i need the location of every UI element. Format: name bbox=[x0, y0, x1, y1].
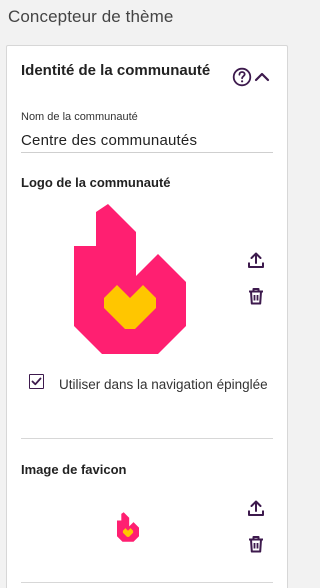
page-title: Concepteur de thème bbox=[8, 7, 174, 26]
theme-designer-page: Concepteur de thème Identité de la commu… bbox=[0, 0, 292, 588]
favicon-title: Image de favicon bbox=[21, 462, 127, 477]
community-logo-title: Logo de la communauté bbox=[21, 175, 171, 190]
favicon-delete-icon[interactable] bbox=[247, 535, 265, 553]
pinned-nav-checkbox-label: Utiliser dans la navigation épinglée bbox=[59, 377, 268, 392]
community-name-input[interactable] bbox=[21, 128, 273, 153]
community-identity-panel: Identité de la communauté Nom de la comm… bbox=[6, 45, 288, 588]
section-title-community-identity: Identité de la communauté bbox=[21, 62, 211, 79]
pinned-nav-checkbox[interactable] bbox=[29, 374, 44, 389]
section-divider bbox=[21, 438, 273, 439]
logo-upload-icon[interactable] bbox=[247, 251, 265, 269]
community-name-label: Nom de la communauté bbox=[21, 111, 138, 123]
chevron-up-icon[interactable] bbox=[254, 70, 270, 84]
favicon-image bbox=[117, 512, 139, 542]
help-circle-icon[interactable] bbox=[232, 67, 252, 87]
logo-delete-icon[interactable] bbox=[247, 287, 265, 305]
checkmark-icon bbox=[31, 377, 42, 386]
community-logo-image bbox=[74, 204, 186, 354]
favicon-upload-icon[interactable] bbox=[247, 499, 265, 517]
section-divider-bottom bbox=[21, 582, 273, 583]
